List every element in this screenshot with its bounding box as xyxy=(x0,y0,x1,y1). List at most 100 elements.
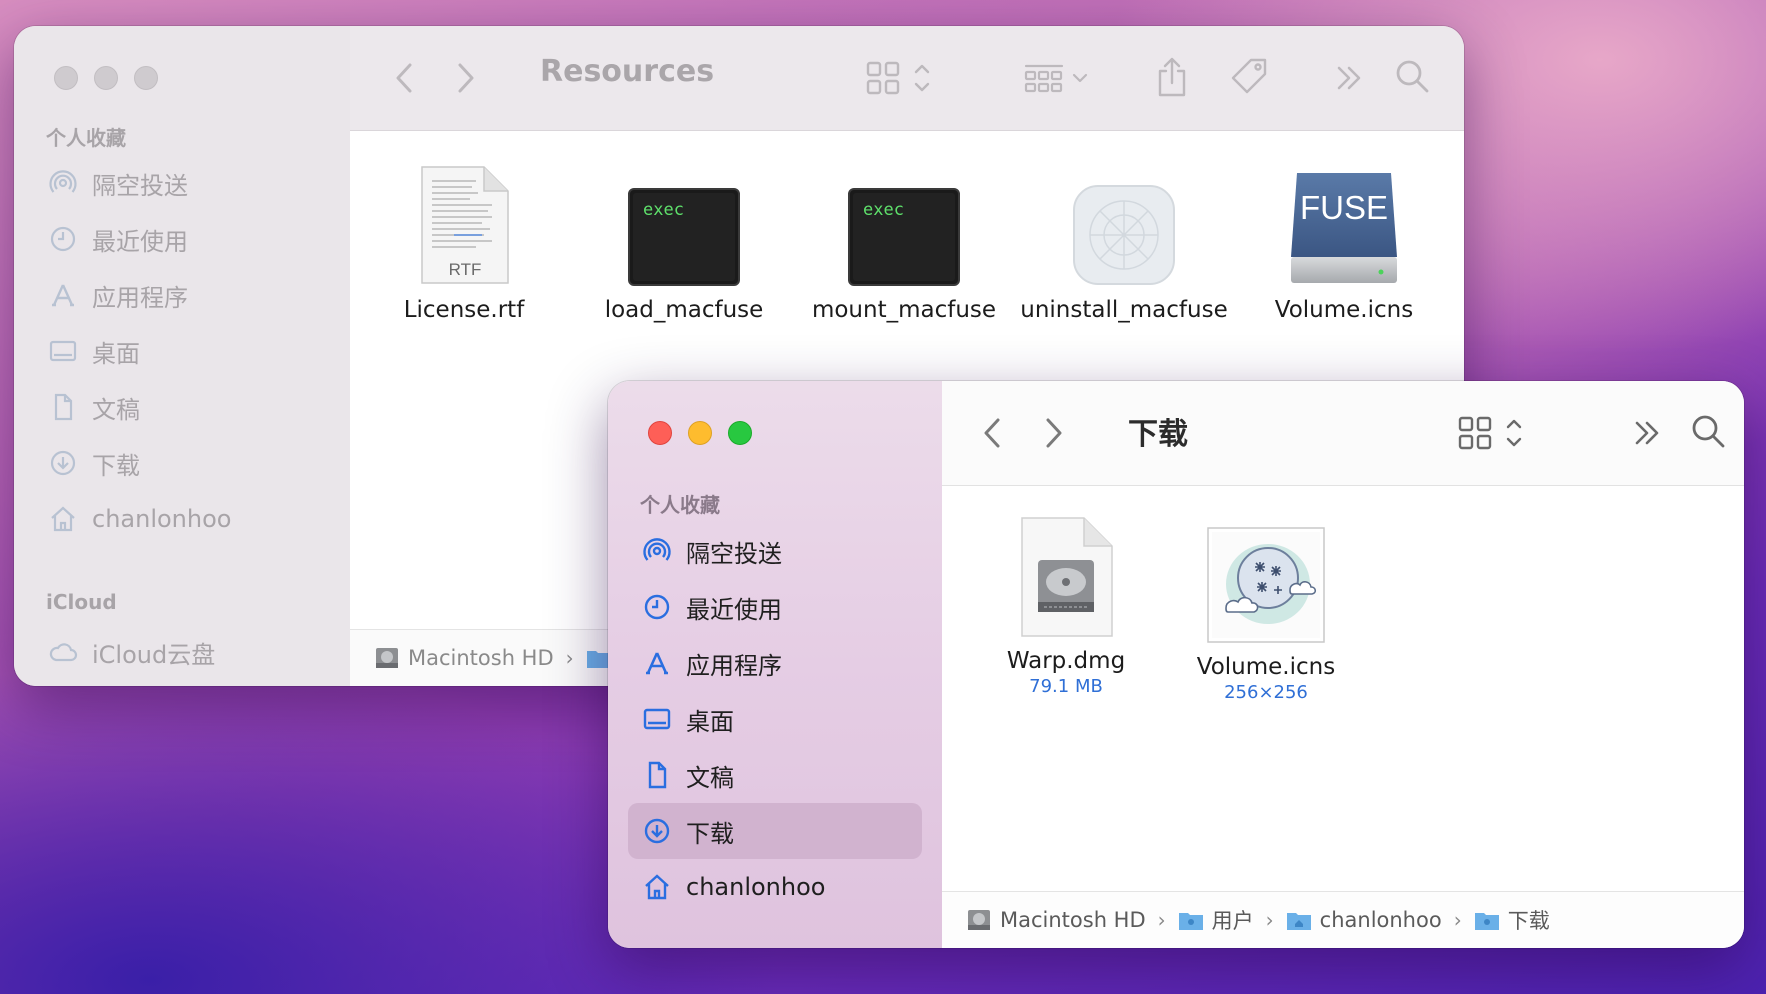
svg-text:RTF: RTF xyxy=(449,260,482,279)
path-item-label: Macintosh HD xyxy=(408,646,554,670)
file-name: Warp.dmg xyxy=(1006,648,1126,674)
tag-icon xyxy=(1231,58,1267,94)
file-item[interactable]: Volume.icns 256×256 xyxy=(1156,514,1376,703)
search-button[interactable] xyxy=(1686,409,1730,453)
window-title: Resources xyxy=(540,54,715,89)
home-icon xyxy=(48,504,78,534)
search-icon xyxy=(1692,415,1725,448)
path-item[interactable]: 下载 xyxy=(1474,905,1550,935)
close-button[interactable] xyxy=(648,421,672,445)
airdrop-icon xyxy=(642,536,672,566)
generic-app-icon xyxy=(1014,157,1234,287)
sidebar-item-label: 应用程序 xyxy=(686,651,782,680)
sidebar-item-documents[interactable]: 文稿 xyxy=(34,379,330,435)
sidebar-item-icloud-drive[interactable]: iCloud云盘 xyxy=(34,624,330,680)
sidebar-item-airdrop[interactable]: 隔空投送 xyxy=(628,523,922,579)
path-item[interactable]: 用户 › xyxy=(1178,905,1286,935)
forward-button[interactable] xyxy=(1034,411,1074,455)
folder-icon xyxy=(1474,913,1499,930)
toolbar: 下载 xyxy=(942,381,1744,486)
desktop-icon xyxy=(642,704,672,734)
sidebar-item-airdrop[interactable]: 隔空投送 xyxy=(34,155,330,211)
back-button[interactable] xyxy=(384,56,424,100)
path-item[interactable]: Macintosh HD › xyxy=(374,646,620,670)
home-icon xyxy=(642,872,672,902)
minimize-button[interactable] xyxy=(94,66,118,90)
path-item[interactable]: chanlonhoo › xyxy=(1286,908,1474,932)
back-button[interactable] xyxy=(972,411,1012,455)
snowflake-thumbnail-icon xyxy=(1156,514,1376,644)
chevron-left-icon xyxy=(396,63,412,93)
svg-text:exec: exec xyxy=(643,200,684,220)
finder-window-downloads[interactable]: 个人收藏 隔空投送 最近使用 应用程序 桌面 文稿 下载 chanlonhoo xyxy=(608,381,1744,948)
file-item[interactable]: exec load_macfuse xyxy=(574,157,794,323)
path-item[interactable]: Macintosh HD › xyxy=(966,908,1178,932)
path-item-label: chanlonhoo xyxy=(1319,908,1442,932)
sidebar-item-recents[interactable]: 最近使用 xyxy=(628,579,922,635)
zoom-button[interactable] xyxy=(134,66,158,90)
sidebar-item-home[interactable]: chanlonhoo xyxy=(628,859,922,915)
sidebar-section-favorites: 个人收藏 xyxy=(640,493,720,517)
path-item-label: 下载 xyxy=(1507,909,1550,933)
file-size: 79.1 MB xyxy=(1029,676,1103,697)
group-grid-icon xyxy=(1024,64,1088,93)
file-name: load_macfuse xyxy=(604,297,764,323)
double-chevron-icon xyxy=(1635,421,1659,445)
view-mode-button[interactable] xyxy=(1456,411,1536,455)
disk-image-icon xyxy=(956,508,1176,638)
sidebar-item-applications[interactable]: 应用程序 xyxy=(628,635,922,691)
desktop-icon xyxy=(48,336,78,366)
exec-icon: exec xyxy=(574,157,794,287)
toolbar: Resources xyxy=(350,26,1464,131)
sidebar-item-desktop[interactable]: 桌面 xyxy=(34,323,330,379)
svg-text:exec: exec xyxy=(863,200,904,220)
share-button[interactable] xyxy=(1150,52,1194,102)
document-icon xyxy=(48,392,78,422)
sidebar-item-label: 下载 xyxy=(686,819,734,848)
sidebar-item-label: 桌面 xyxy=(92,339,140,368)
sidebar-section-icloud: iCloud xyxy=(46,590,117,614)
sidebar-item-downloads[interactable]: 下载 xyxy=(628,803,922,859)
close-button[interactable] xyxy=(54,66,78,90)
window-controls xyxy=(648,421,752,445)
zoom-button[interactable] xyxy=(728,421,752,445)
file-item[interactable]: FUSE Volume.icns xyxy=(1234,157,1454,323)
forward-button[interactable] xyxy=(446,56,486,100)
path-item-label: Macintosh HD xyxy=(1000,908,1146,932)
applications-icon xyxy=(48,280,78,310)
search-icon xyxy=(1396,60,1429,93)
sidebar-item-label: 下载 xyxy=(92,451,140,480)
sidebar-item-label: 隔空投送 xyxy=(686,539,782,568)
search-button[interactable] xyxy=(1390,54,1434,98)
rtf-document-icon: RTF xyxy=(354,157,574,287)
tags-button[interactable] xyxy=(1228,54,1272,100)
cloud-icon xyxy=(48,637,78,667)
chevron-right-icon: › xyxy=(1265,908,1274,932)
minimize-button[interactable] xyxy=(688,421,712,445)
file-item[interactable]: RTF License.rtf xyxy=(354,157,574,323)
sidebar-item-home[interactable]: chanlonhoo xyxy=(34,491,330,547)
harddisk-icon xyxy=(968,910,990,930)
file-item[interactable]: uninstall_macfuse xyxy=(1014,157,1234,323)
chevron-right-icon xyxy=(1046,418,1062,448)
view-mode-button[interactable] xyxy=(864,56,944,100)
group-button[interactable] xyxy=(1022,56,1102,100)
fuse-drive-icon: FUSE xyxy=(1234,157,1454,287)
applications-icon xyxy=(642,648,672,678)
chevron-right-icon: › xyxy=(1157,908,1166,932)
sidebar-item-recents[interactable]: 最近使用 xyxy=(34,211,330,267)
chevron-right-icon: › xyxy=(565,646,574,670)
sidebar-item-desktop[interactable]: 桌面 xyxy=(628,691,922,747)
more-button[interactable] xyxy=(1628,413,1668,453)
folder-icon xyxy=(1178,913,1203,930)
document-icon xyxy=(642,760,672,790)
sidebar-section-favorites: 个人收藏 xyxy=(46,126,126,150)
file-item[interactable]: Warp.dmg 79.1 MB xyxy=(956,508,1176,697)
sidebar-item-applications[interactable]: 应用程序 xyxy=(34,267,330,323)
path-item-label: 用户 xyxy=(1211,909,1254,933)
chevron-right-icon xyxy=(458,63,474,93)
sidebar-item-downloads[interactable]: 下载 xyxy=(34,435,330,491)
sidebar-item-documents[interactable]: 文稿 xyxy=(628,747,922,803)
more-button[interactable] xyxy=(1330,58,1370,98)
file-item[interactable]: exec mount_macfuse xyxy=(794,157,1014,323)
